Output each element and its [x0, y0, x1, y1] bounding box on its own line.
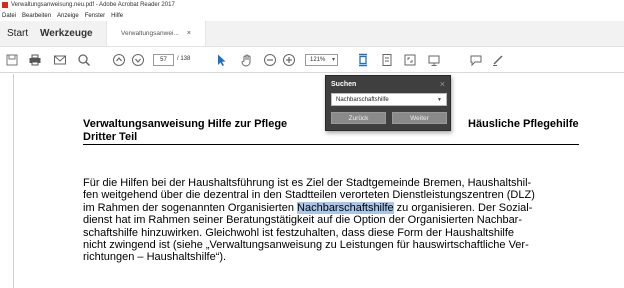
- toolbar: 57 / 138 121% ▾: [0, 47, 624, 73]
- page-total: / 138: [177, 56, 191, 62]
- search-query: Nachbarschaftshilfe: [336, 96, 389, 103]
- zoom-out-icon[interactable]: [263, 53, 277, 67]
- email-icon[interactable]: [53, 53, 67, 67]
- page-edge-divider: [13, 74, 14, 288]
- paragraph-line: fen weitgehend über die dezentral in den…: [83, 189, 535, 202]
- chevron-down-icon: ▾: [331, 57, 335, 63]
- heading-line-1: Verwaltungsanweisung Hilfe zur Pflege: [83, 118, 288, 130]
- paragraph-text: im Rahmen der sogenannten Organisierten: [83, 201, 298, 214]
- tab-document[interactable]: Verwaltungsanwei... ×: [106, 21, 206, 46]
- window-title: Verwaltungsanweisung.neu.pdf - Adobe Acr…: [11, 2, 175, 8]
- section-heading: Häusliche Pflegehilfe: [468, 118, 579, 130]
- acrobat-logo-icon: [2, 2, 8, 8]
- heading-rule: [83, 144, 579, 145]
- tab-bar: Start Werkzeuge Verwaltungsanwei... ×: [0, 21, 624, 47]
- page-up-icon[interactable]: [112, 53, 126, 67]
- search-icon[interactable]: [77, 53, 91, 67]
- menu-bar: Datei Bearbeiten Anzeige Fenster Hilfe: [0, 10, 624, 21]
- paragraph-text: zu organisieren. Der Sozial-: [393, 201, 533, 214]
- sign-icon[interactable]: [491, 53, 505, 67]
- menu-view[interactable]: Anzeige: [57, 13, 79, 19]
- close-tab-icon[interactable]: ×: [187, 30, 191, 37]
- read-mode-icon[interactable]: [427, 53, 441, 67]
- body-paragraph: Für die Hilfen bei der Haushaltsführung …: [83, 177, 603, 264]
- previous-result-button[interactable]: Zurück: [331, 112, 386, 124]
- paragraph-line: im Rahmen der sogenannten Organisierten …: [83, 201, 603, 214]
- menu-help[interactable]: Hilfe: [111, 13, 123, 19]
- paragraph-line: richtungen – Haushaltshilfe“).: [83, 251, 227, 264]
- menu-file[interactable]: Datei: [2, 13, 16, 19]
- paragraph-line: dienst hat im Rahmen seiner Beratungstät…: [83, 214, 523, 227]
- heading-line-2: Dritter Teil: [83, 130, 138, 143]
- page-down-icon[interactable]: [131, 53, 145, 67]
- document-viewer[interactable]: Verwaltungsanweisung Hilfe zur Pflege Dr…: [0, 74, 624, 288]
- select-cursor-icon[interactable]: [214, 53, 228, 67]
- search-popup-title: Suchen: [331, 81, 357, 88]
- fit-page-icon[interactable]: [356, 53, 370, 67]
- comment-icon[interactable]: [469, 53, 483, 67]
- print-icon[interactable]: [28, 53, 42, 67]
- document-heading: Verwaltungsanweisung Hilfe zur Pflege Dr…: [83, 118, 287, 143]
- zoom-in-icon[interactable]: [282, 53, 296, 67]
- page-number-input[interactable]: 57: [153, 54, 174, 66]
- search-input[interactable]: Nachbarschaftshilfe ▼: [331, 93, 447, 106]
- menu-window[interactable]: Fenster: [85, 13, 105, 19]
- tab-home[interactable]: Start: [0, 21, 40, 46]
- save-icon[interactable]: [5, 53, 19, 67]
- menu-edit[interactable]: Bearbeiten: [22, 13, 51, 19]
- zoom-level-value: 121%: [310, 57, 326, 63]
- tab-tools[interactable]: Werkzeuge: [40, 21, 104, 46]
- hand-tool-icon[interactable]: [240, 53, 254, 67]
- close-icon[interactable]: ×: [440, 79, 445, 89]
- paragraph-line: schaftshilfe hinzuwirken. Gleichwohl ist…: [83, 226, 515, 239]
- search-highlight: Nachbarschaftshilfe: [297, 201, 394, 214]
- next-result-button[interactable]: Weiter: [392, 112, 447, 124]
- tab-document-label: Verwaltungsanwei...: [121, 30, 179, 37]
- paragraph-line: nicht zwingend ist (siehe „Verwaltungsan…: [83, 239, 529, 252]
- title-bar: Verwaltungsanweisung.neu.pdf - Adobe Acr…: [0, 0, 624, 10]
- paragraph-line: Für die Hilfen bei der Haushaltsführung …: [83, 177, 532, 189]
- scroll-mode-icon[interactable]: [380, 53, 394, 67]
- chevron-down-icon[interactable]: ▼: [437, 97, 442, 103]
- full-screen-icon[interactable]: [403, 53, 417, 67]
- search-popup: Suchen × Nachbarschaftshilfe ▼ Zurück We…: [325, 75, 451, 131]
- zoom-level-select[interactable]: 121% ▾: [305, 54, 338, 66]
